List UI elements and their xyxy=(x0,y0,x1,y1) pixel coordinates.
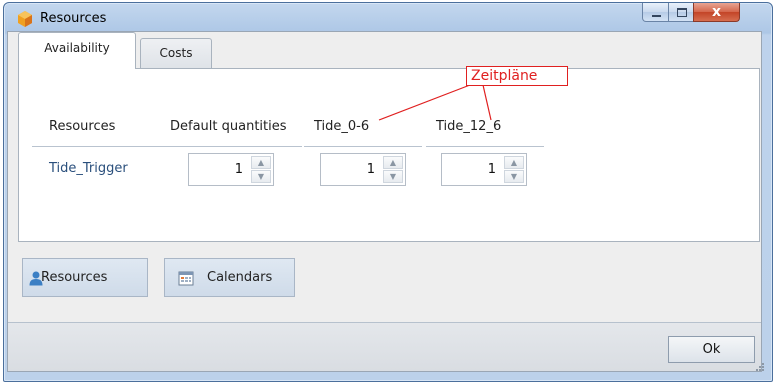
dialog-footer xyxy=(8,323,761,371)
resize-grip-icon[interactable] xyxy=(755,362,765,372)
tab-costs[interactable]: Costs xyxy=(140,38,212,68)
stepper-up-icon[interactable]: ▲ xyxy=(251,156,271,169)
calendars-button[interactable]: Calendars xyxy=(164,258,295,297)
tab-availability-label: Availability xyxy=(44,41,110,55)
stepper-value: 1 xyxy=(487,162,496,177)
calendar-icon xyxy=(178,271,194,286)
minimize-icon xyxy=(652,15,661,17)
header-divider xyxy=(32,146,302,147)
tide-0-6-stepper[interactable]: 1 ▲ ▼ xyxy=(320,153,406,186)
stepper-down-icon[interactable]: ▼ xyxy=(383,170,403,183)
ok-button[interactable]: Ok xyxy=(668,336,755,363)
schedules-annotation: Zeitpläne xyxy=(466,66,568,86)
tide-12-6-stepper[interactable]: 1 ▲ ▼ xyxy=(441,153,527,186)
stepper-value: 1 xyxy=(366,162,375,177)
resources-button-label: Resources xyxy=(41,270,108,285)
stepper-down-icon[interactable]: ▼ xyxy=(504,170,524,183)
tab-costs-label: Costs xyxy=(159,46,193,60)
minimize-button[interactable] xyxy=(642,3,669,22)
calendars-button-label: Calendars xyxy=(207,270,273,285)
ok-button-label: Ok xyxy=(702,342,721,357)
stepper-up-icon[interactable]: ▲ xyxy=(504,156,524,169)
stepper-up-icon[interactable]: ▲ xyxy=(383,156,403,169)
default-quantity-stepper[interactable]: 1 ▲ ▼ xyxy=(188,153,274,186)
resources-button[interactable]: Resources xyxy=(22,258,148,297)
resource-name-tide-trigger: Tide_Trigger xyxy=(49,161,128,176)
user-icon xyxy=(29,271,43,286)
header-divider xyxy=(426,146,544,147)
stepper-down-icon[interactable]: ▼ xyxy=(251,170,271,183)
header-divider xyxy=(304,146,422,147)
window-title: Resources xyxy=(40,11,107,26)
column-header-tide-12-6[interactable]: Tide_12_6 xyxy=(436,119,501,134)
column-header-resources[interactable]: Resources xyxy=(49,119,115,134)
column-header-default-quantities[interactable]: Default quantities xyxy=(170,119,287,134)
maximize-icon xyxy=(677,8,687,17)
maximize-button[interactable] xyxy=(668,3,694,22)
stepper-value: 1 xyxy=(234,162,243,177)
close-icon: x xyxy=(711,4,722,20)
tab-availability[interactable]: Availability xyxy=(18,32,136,69)
app-logo-icon xyxy=(18,11,32,27)
column-header-tide-0-6[interactable]: Tide_0-6 xyxy=(314,119,369,134)
close-button[interactable]: x xyxy=(693,3,740,22)
